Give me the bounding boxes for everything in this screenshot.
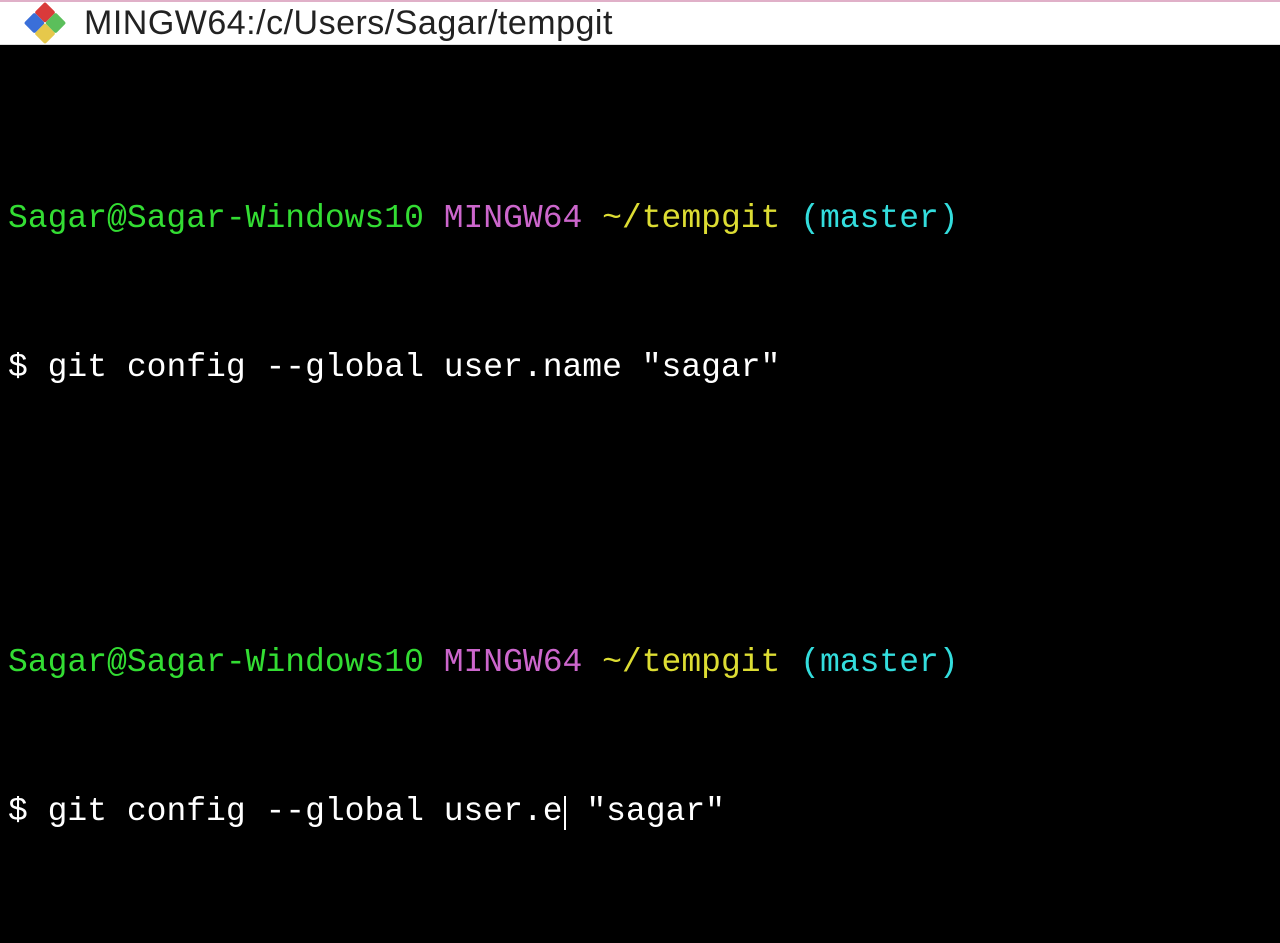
command-line-2: $ git config --global user.e "sagar" [8, 787, 1272, 837]
git-branch: (master) [800, 200, 958, 237]
blank-line [8, 491, 1272, 539]
git-branch: (master) [800, 644, 958, 681]
text-cursor [564, 796, 566, 830]
cwd-path: ~/tempgit [602, 200, 780, 237]
git-bash-icon [24, 2, 66, 44]
cwd-path: ~/tempgit [602, 644, 780, 681]
command-line-1: $ git config --global user.name "sagar" [8, 343, 1272, 393]
prompt-line-1: Sagar@Sagar-Windows10 MINGW64 ~/tempgit … [8, 194, 1272, 244]
env-label: MINGW64 [444, 200, 583, 237]
command-text-after: "sagar" [567, 793, 725, 830]
user-host: Sagar@Sagar-Windows10 [8, 200, 424, 237]
command-text: git config --global user.name "sagar" [48, 349, 781, 386]
terminal-body[interactable]: Sagar@Sagar-Windows10 MINGW64 ~/tempgit … [0, 45, 1280, 943]
command-text-before: git config --global user.e [48, 793, 563, 830]
prompt-line-2: Sagar@Sagar-Windows10 MINGW64 ~/tempgit … [8, 638, 1272, 688]
env-label: MINGW64 [444, 644, 583, 681]
user-host: Sagar@Sagar-Windows10 [8, 644, 424, 681]
prompt-symbol: $ [8, 349, 28, 386]
prompt-symbol: $ [8, 793, 28, 830]
titlebar[interactable]: MINGW64:/c/Users/Sagar/tempgit [0, 2, 1280, 45]
terminal-window: MINGW64:/c/Users/Sagar/tempgit Sagar@Sag… [0, 0, 1280, 720]
window-title: MINGW64:/c/Users/Sagar/tempgit [84, 4, 613, 43]
